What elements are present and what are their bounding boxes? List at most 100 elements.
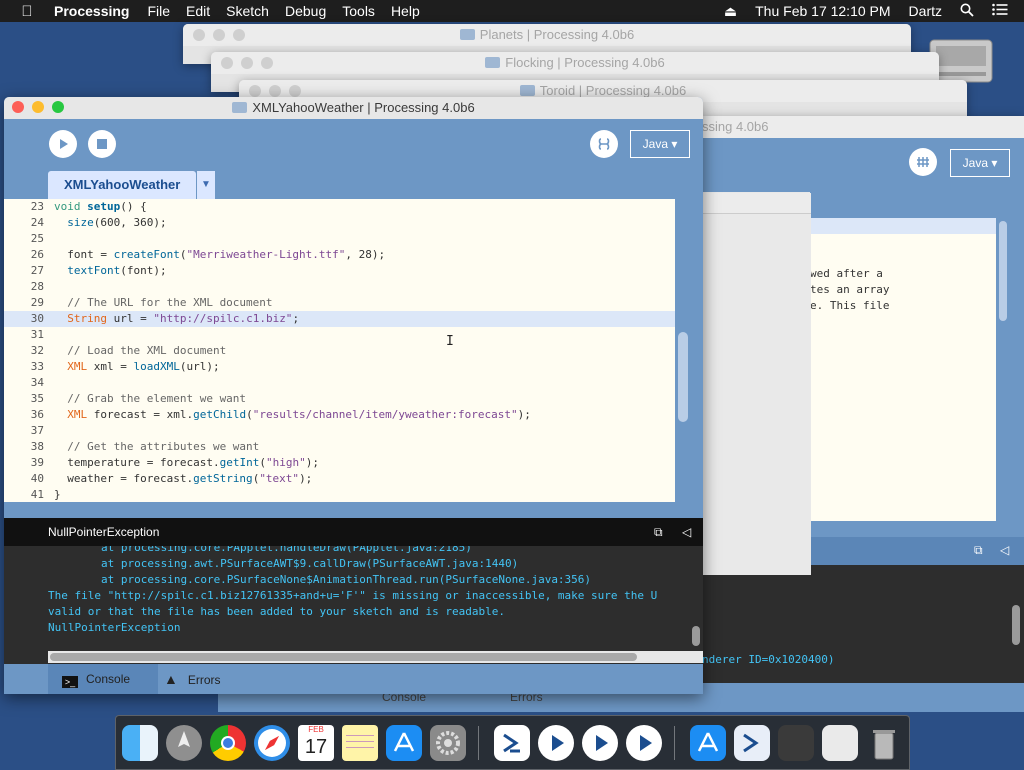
- code-token: );: [517, 408, 531, 421]
- zoom-button[interactable]: [52, 101, 64, 113]
- calendar-icon[interactable]: FEB 17: [298, 725, 334, 761]
- apple-menu-icon[interactable]: : [18, 3, 36, 20]
- notes-icon[interactable]: [342, 725, 378, 761]
- documents-stack-icon[interactable]: [778, 725, 814, 761]
- app-store-folder-icon[interactable]: [690, 725, 726, 761]
- debug-button[interactable]: [590, 130, 618, 158]
- code-token: }: [54, 488, 61, 501]
- console-output: nderer ID=0x1020400): [702, 565, 1024, 683]
- code-token: forecast = xml.: [87, 408, 194, 421]
- stop-button[interactable]: [88, 130, 116, 158]
- collapse-icon[interactable]: ◁: [682, 518, 691, 546]
- editor-scrollbar[interactable]: [678, 332, 688, 422]
- copy-icon[interactable]: ⧉: [654, 518, 663, 546]
- code-token: temperature = forecast.: [54, 456, 220, 469]
- code-token: xml =: [87, 360, 134, 373]
- code-line: 29 // The URL for the XML document: [4, 295, 273, 311]
- folder-icon: [232, 102, 248, 113]
- downloads-stack-icon[interactable]: [822, 725, 858, 761]
- dock-divider: [478, 726, 479, 760]
- debug-icon: [598, 138, 610, 150]
- code-token: );: [305, 456, 319, 469]
- line-number: 30: [30, 312, 44, 325]
- console-horizontal-scrollbar[interactable]: [48, 651, 703, 663]
- menu-user[interactable]: Dartz: [909, 3, 942, 19]
- close-button[interactable]: [12, 101, 24, 113]
- window-title: XMLYahooWeather | Processing 4.0b6: [252, 100, 475, 115]
- bottom-tab-bar: >_ Console ▲ Errors: [4, 664, 703, 694]
- minimize-button[interactable]: [32, 101, 44, 113]
- app-store-icon[interactable]: [386, 725, 422, 761]
- main-titlebar[interactable]: XMLYahooWeather | Processing 4.0b6: [4, 97, 703, 119]
- processing-icon[interactable]: [494, 725, 530, 761]
- notification-center-icon[interactable]: [992, 3, 1008, 19]
- code-token: // Grab the element we want: [54, 392, 247, 405]
- main-window[interactable]: XMLYahooWeather | Processing 4.0b6 Java …: [4, 97, 703, 694]
- code-token: ;: [292, 312, 300, 325]
- calendar-month: FEB: [308, 725, 324, 734]
- mode-selector[interactable]: Java ▾: [630, 130, 690, 158]
- line-number: 38: [30, 440, 44, 453]
- code-line: 33 XML xml = loadXML(url);: [4, 359, 220, 375]
- processing-folder-icon[interactable]: [734, 725, 770, 761]
- code-line: 40 weather = forecast.getString("text");: [4, 471, 313, 487]
- safari-icon[interactable]: [254, 725, 290, 761]
- console-scrollbar[interactable]: [692, 626, 700, 646]
- line-number: 29: [30, 296, 44, 309]
- code-token: loadXML: [133, 360, 180, 373]
- menu-debug[interactable]: Debug: [285, 3, 326, 19]
- tab-console[interactable]: >_ Console: [48, 664, 158, 694]
- trash-icon[interactable]: [866, 725, 902, 761]
- mode-selector[interactable]: Java ▾: [950, 149, 1010, 177]
- code-token: "high": [265, 456, 306, 469]
- highlight-line: [810, 218, 996, 234]
- console-output[interactable]: at processing.core.PApplet.handleDraw(PA…: [4, 546, 703, 664]
- tab-errors[interactable]: ▲ Errors: [164, 664, 221, 694]
- line-number: 32: [30, 344, 44, 357]
- line-number: 40: [30, 472, 44, 485]
- sketch-run-icon[interactable]: [626, 725, 662, 761]
- code-line: tes an array: [810, 283, 890, 296]
- menu-sketch[interactable]: Sketch: [226, 3, 269, 19]
- menu-file[interactable]: File: [147, 3, 170, 19]
- tab-xmlyahooweather[interactable]: XMLYahooWeather: [48, 171, 197, 199]
- line-number: 33: [30, 360, 44, 373]
- finder-icon[interactable]: [122, 725, 158, 761]
- menu-app-name[interactable]: Processing: [54, 3, 129, 19]
- scrollbar[interactable]: [1012, 605, 1020, 645]
- copy-icon[interactable]: ⧉: [974, 543, 983, 558]
- folder-icon: [519, 85, 535, 96]
- scrollbar[interactable]: [999, 221, 1007, 321]
- code-token: () {: [120, 200, 147, 213]
- sketch-run-icon[interactable]: [538, 725, 574, 761]
- code-token: (600, 360);: [93, 216, 167, 229]
- code-token: );: [299, 472, 313, 485]
- menu-edit[interactable]: Edit: [186, 3, 210, 19]
- line-number: 26: [30, 248, 44, 261]
- code-line: 34: [4, 375, 54, 391]
- code-line: 36 XML forecast = xml.getChild("results/…: [4, 407, 531, 423]
- collapse-icon[interactable]: ◁: [1000, 543, 1009, 557]
- code-token: url =: [107, 312, 154, 325]
- menu-tools[interactable]: Tools: [342, 3, 375, 19]
- window-sketch-output[interactable]: [702, 193, 811, 575]
- line-number: 41: [30, 488, 44, 501]
- chrome-icon[interactable]: [210, 725, 246, 761]
- window-title: Toroid | Processing 4.0b6: [539, 83, 687, 98]
- menu-clock[interactable]: Thu Feb 17 12:10 PM: [755, 3, 890, 19]
- eject-icon[interactable]: ⏏: [724, 3, 737, 20]
- run-button[interactable]: [49, 130, 77, 158]
- spotlight-search-icon[interactable]: [960, 3, 974, 20]
- code-editor[interactable]: 23 void setup() {24 size(600, 360); 25 26 f…: [4, 199, 675, 502]
- console-header: NullPointerException ⧉ ◁: [4, 518, 703, 546]
- stop-icon: [97, 139, 107, 149]
- sketch-run-icon[interactable]: [582, 725, 618, 761]
- launchpad-icon[interactable]: [166, 725, 202, 761]
- tab-menu-chevron-down-icon[interactable]: ▼: [196, 171, 215, 199]
- debug-button[interactable]: [909, 148, 937, 176]
- system-preferences-icon[interactable]: [430, 725, 466, 761]
- code-editor[interactable]: wed after a tes an array e. This file: [810, 218, 996, 521]
- menu-help[interactable]: Help: [391, 3, 420, 19]
- code-line: 28: [4, 279, 54, 295]
